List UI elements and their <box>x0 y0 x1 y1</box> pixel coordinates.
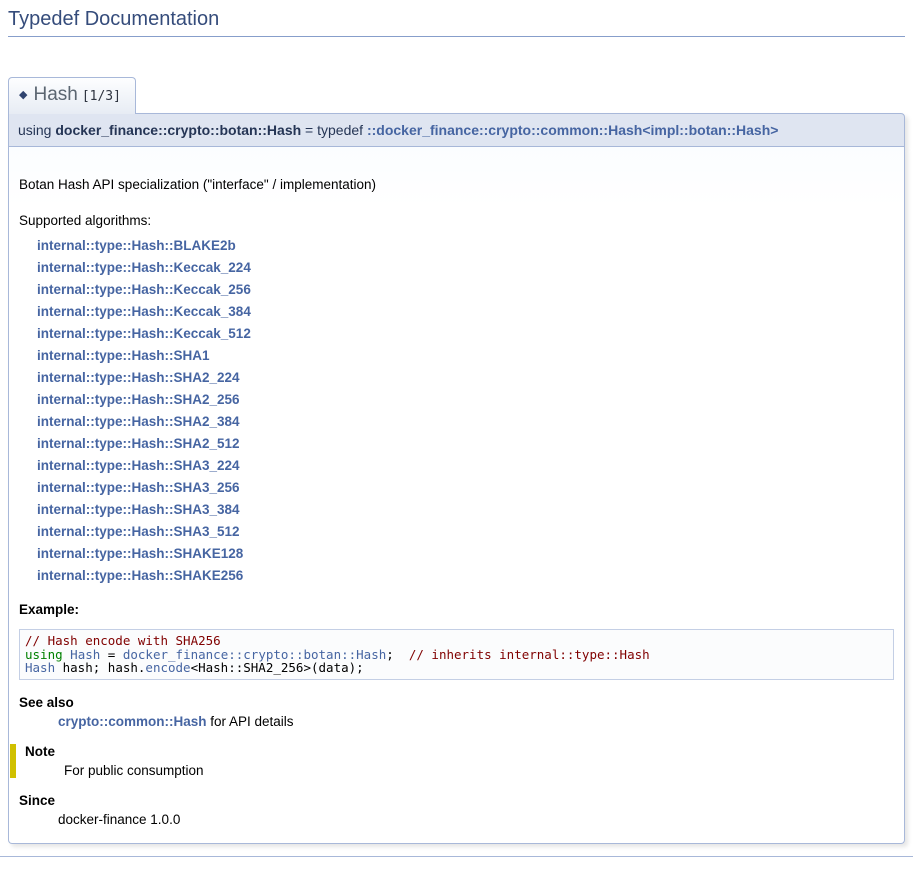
algorithm-link[interactable]: internal::type::Hash::SHAKE256 <box>37 568 243 583</box>
member-tab: ◆ Hash [1/3] <box>8 77 136 114</box>
list-item: internal::type::Hash::SHA3_384 <box>37 499 894 521</box>
typedef-target-link[interactable]: ::docker_finance::crypto::common::Hash<i… <box>367 122 778 138</box>
example-label: Example: <box>19 602 894 617</box>
list-item: internal::type::Hash::SHA3_512 <box>37 521 894 543</box>
list-item: internal::type::Hash::SHAKE256 <box>37 565 894 587</box>
code-block: // Hash encode with SHA256using Hash = d… <box>19 629 894 680</box>
algorithm-link[interactable]: internal::type::Hash::SHA3_224 <box>37 458 240 473</box>
overload-badge: [1/3] <box>82 89 121 104</box>
page-title: Typedef Documentation <box>8 8 905 37</box>
list-item: internal::type::Hash::Keccak_384 <box>37 301 894 323</box>
since-label: Since <box>19 793 894 808</box>
typedef-name: docker_finance::crypto::botan::Hash <box>55 122 301 138</box>
code-comment: // inherits internal::type::Hash <box>409 647 650 662</box>
permalink-diamond-icon[interactable]: ◆ <box>19 89 27 101</box>
doc-contents: Typedef Documentation ◆ Hash [1/3] using d… <box>0 8 913 844</box>
code-text: hash; hash. <box>55 660 145 675</box>
footer-divider <box>0 856 913 857</box>
supported-algorithms-label: Supported algorithms: <box>19 213 894 228</box>
signature-equals: = typedef <box>301 122 367 138</box>
signature-prefix: using <box>18 122 55 138</box>
code-line: // Hash encode with SHA256 <box>25 634 888 648</box>
list-item: internal::type::Hash::BLAKE2b <box>37 235 894 257</box>
algorithm-link[interactable]: internal::type::Hash::SHA1 <box>37 348 210 363</box>
algorithm-list: internal::type::Hash::BLAKE2b internal::… <box>37 235 894 587</box>
brief-description: Botan Hash API specialization ("interfac… <box>19 177 894 192</box>
code-text: <Hash::SHA2_256>(data); <box>191 660 364 675</box>
code-line: using Hash = docker_finance::crypto::bot… <box>25 648 888 662</box>
code-line: Hash hash; hash.encode<Hash::SHA2_256>(d… <box>25 661 888 675</box>
algorithm-link[interactable]: internal::type::Hash::SHA2_256 <box>37 392 240 407</box>
algorithm-link[interactable]: internal::type::Hash::SHA2_224 <box>37 370 240 385</box>
algorithm-link[interactable]: internal::type::Hash::SHAKE128 <box>37 546 243 561</box>
algorithm-link[interactable]: internal::type::Hash::SHA3_256 <box>37 480 240 495</box>
list-item: internal::type::Hash::Keccak_256 <box>37 279 894 301</box>
since-text: docker-finance 1.0.0 <box>58 812 894 827</box>
algorithm-link[interactable]: internal::type::Hash::SHA2_384 <box>37 414 240 429</box>
algorithm-link[interactable]: internal::type::Hash::Keccak_224 <box>37 260 251 275</box>
list-item: internal::type::Hash::SHA3_256 <box>37 477 894 499</box>
note-section: Note For public consumption <box>10 744 894 778</box>
typedef-signature: using docker_finance::crypto::botan::Has… <box>8 113 905 147</box>
see-also-section: See also crypto::common::Hash for API de… <box>19 695 894 729</box>
algorithm-link[interactable]: internal::type::Hash::Keccak_384 <box>37 304 251 319</box>
typedef-member: ◆Hash[1/3] using docker_finance::crypto:… <box>8 77 905 844</box>
list-item: internal::type::Hash::SHA2_384 <box>37 411 894 433</box>
algorithm-link[interactable]: internal::type::Hash::SHA3_384 <box>37 502 240 517</box>
since-section: Since docker-finance 1.0.0 <box>19 793 894 827</box>
see-also-label: See also <box>19 695 894 710</box>
see-also-text: for API details <box>207 714 294 729</box>
list-item: internal::type::Hash::SHA2_224 <box>37 367 894 389</box>
list-item: internal::type::Hash::SHAKE128 <box>37 543 894 565</box>
see-also-link[interactable]: crypto::common::Hash <box>58 714 207 729</box>
list-item: internal::type::Hash::Keccak_512 <box>37 323 894 345</box>
list-item: internal::type::Hash::SHA2_512 <box>37 433 894 455</box>
list-item: internal::type::Hash::Keccak_224 <box>37 257 894 279</box>
list-item: internal::type::Hash::SHA3_224 <box>37 455 894 477</box>
see-also-content: crypto::common::Hash for API details <box>58 714 894 729</box>
note-text: For public consumption <box>64 763 894 778</box>
algorithm-link[interactable]: internal::type::Hash::SHA3_512 <box>37 524 240 539</box>
code-text: ; <box>386 647 409 662</box>
algorithm-link[interactable]: internal::type::Hash::SHA2_512 <box>37 436 240 451</box>
note-label: Note <box>20 744 894 759</box>
algorithm-link[interactable]: internal::type::Hash::Keccak_512 <box>37 326 251 341</box>
member-name: Hash <box>33 84 77 105</box>
code-hash-link[interactable]: Hash <box>25 660 55 675</box>
list-item: internal::type::Hash::SHA2_256 <box>37 389 894 411</box>
member-documentation: Botan Hash API specialization ("interfac… <box>8 147 905 844</box>
algorithm-link[interactable]: internal::type::Hash::BLAKE2b <box>37 238 236 253</box>
list-item: internal::type::Hash::SHA1 <box>37 345 894 367</box>
code-encode-link[interactable]: encode <box>145 660 190 675</box>
algorithm-link[interactable]: internal::type::Hash::Keccak_256 <box>37 282 251 297</box>
